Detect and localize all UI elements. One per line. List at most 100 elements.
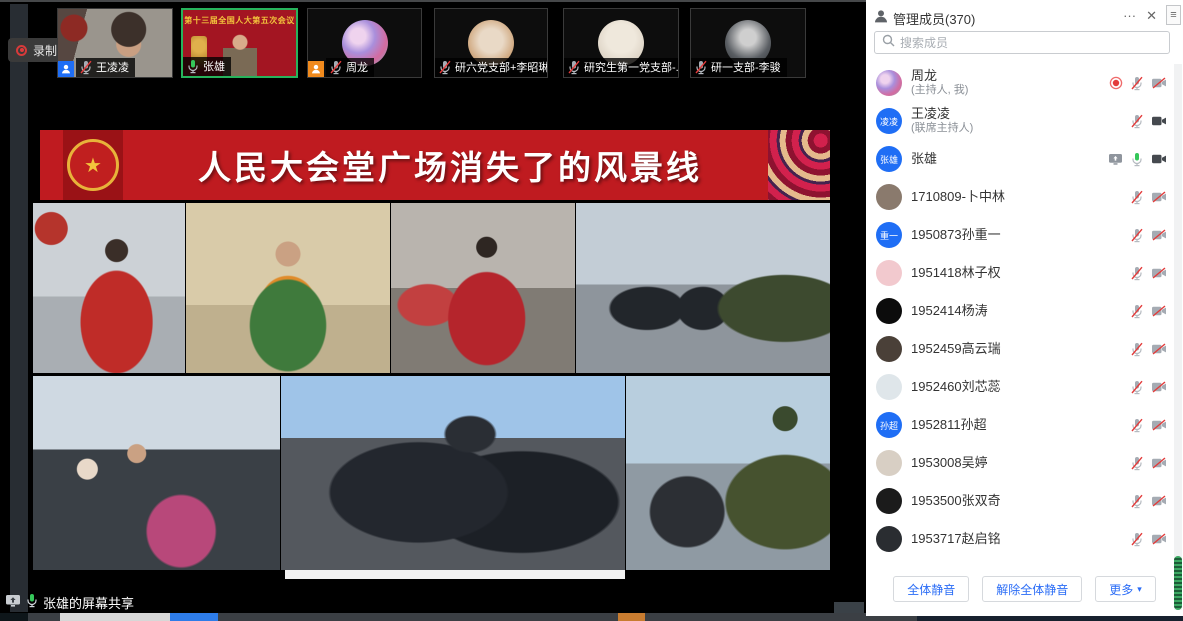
video-thumbnail[interactable]: 研六党支部+李昭琳 (434, 8, 548, 78)
member-name: 1952414杨涛 (911, 304, 988, 319)
more-button[interactable]: 更多 ▾ (1095, 576, 1156, 602)
mic-muted-icon[interactable] (1130, 266, 1144, 281)
camera-on-icon[interactable] (1151, 115, 1167, 127)
search-input[interactable] (900, 36, 1162, 50)
taskbar-app-light[interactable] (60, 613, 170, 621)
mic-muted-icon[interactable] (1130, 380, 1144, 395)
member-name: 1710809-卜中林 (911, 190, 1005, 205)
member-list[interactable]: 周龙(主持人, 我)凌凌王凌凌(联席主持人)张雄张雄1710809-卜中林重一1… (866, 64, 1183, 564)
mic-muted-icon[interactable] (1130, 418, 1144, 433)
camera-off-icon[interactable] (1151, 77, 1167, 89)
camera-off-icon[interactable] (1151, 229, 1167, 241)
slide-white-strip (285, 570, 625, 579)
member-row[interactable]: 1952414杨涛 (866, 292, 1183, 330)
member-avatar: 张雄 (876, 146, 902, 172)
member-row[interactable]: 周龙(主持人, 我) (866, 64, 1183, 102)
mic-muted-icon[interactable] (1130, 532, 1144, 547)
video-thumbnail[interactable]: 第十三届全国人大第五次会议张雄 (181, 8, 298, 78)
member-avatar: 重一 (876, 222, 902, 248)
mic-muted-icon[interactable] (1130, 76, 1144, 91)
member-controls (1130, 102, 1167, 140)
video-thumbnail[interactable]: 王凌凌 (57, 8, 173, 78)
member-row[interactable]: 孙超1952811孙超 (866, 406, 1183, 444)
mic-muted-icon (567, 60, 581, 75)
panel-title: 管理成员(370) (893, 9, 975, 28)
mic-muted-icon[interactable] (1130, 304, 1144, 319)
photo-reporter-ethnic-dress (186, 203, 390, 373)
member-name: 1953500张双奇 (911, 494, 1001, 509)
camera-off-icon[interactable] (1151, 495, 1167, 507)
member-row[interactable]: 1951418林子权 (866, 254, 1183, 292)
mic-muted-icon[interactable] (1130, 342, 1144, 357)
panel-scrollbar-track[interactable] (1174, 64, 1182, 610)
member-row[interactable]: 1952459高云瑞 (866, 330, 1183, 368)
member-name: 1953717赵启铭 (911, 532, 1001, 547)
camera-off-icon[interactable] (1151, 191, 1167, 203)
member-row[interactable]: 1953500张双奇 (866, 482, 1183, 520)
member-avatar (876, 184, 902, 210)
member-avatar (876, 450, 902, 476)
participant-name: 周龙 (346, 59, 368, 75)
mic-muted-icon[interactable] (1130, 228, 1144, 243)
mic-muted-icon[interactable] (1130, 114, 1144, 129)
record-dot-icon (16, 45, 27, 56)
camera-off-icon[interactable] (1151, 381, 1167, 393)
more-options-icon[interactable]: ··· (1123, 8, 1136, 24)
close-icon[interactable]: ✕ (1146, 8, 1157, 24)
photo-reporter-red-jacket (391, 203, 575, 373)
panel-scrollbar-thumb[interactable] (1174, 556, 1182, 610)
member-avatar: 孙超 (876, 412, 902, 438)
member-controls (1109, 64, 1167, 102)
member-avatar (876, 488, 902, 514)
mic-muted-icon (694, 60, 708, 75)
member-row[interactable]: 1952460刘芯蕊 (866, 368, 1183, 406)
camera-off-icon[interactable] (1151, 267, 1167, 279)
mute-all-button[interactable]: 全体静音 (893, 576, 969, 602)
mic-on-icon (186, 59, 200, 74)
participant-name: 研六党支部+李昭琳 (455, 59, 548, 75)
photo-press-crowd (281, 376, 625, 570)
slide-title: 人民大会堂广场消失了的风景线 (150, 130, 750, 200)
member-management-panel: ≡ 管理成员(370) ··· ✕ 周龙(主持人, 我)凌凌王凌凌(联席主持人)… (866, 0, 1183, 616)
member-name: 1952459高云瑞 (911, 342, 1001, 357)
member-row[interactable]: 1710809-卜中林 (866, 178, 1183, 216)
panel-footer: 全体静音 解除全体静音 更多 ▾ (866, 576, 1183, 606)
video-thumbnail[interactable]: 研究生第一党支部-... (563, 8, 679, 78)
member-controls (1130, 330, 1167, 368)
mic-on-icon[interactable] (1130, 152, 1144, 167)
member-row[interactable]: 1953717赵启铭 (866, 520, 1183, 558)
screen-share-status: 张雄的屏幕共享 (5, 592, 134, 612)
video-thumbnail[interactable]: 研一支部-李骏 (690, 8, 806, 78)
emblem-icon: ★ (67, 139, 119, 191)
camera-off-icon[interactable] (1151, 457, 1167, 469)
member-row[interactable]: 张雄张雄 (866, 140, 1183, 178)
member-avatar (876, 526, 902, 552)
member-row[interactable]: 1953008吴婷 (866, 444, 1183, 482)
search-box[interactable] (874, 31, 1170, 54)
camera-off-icon[interactable] (1151, 533, 1167, 545)
member-row[interactable]: 凌凌王凌凌(联席主持人) (866, 102, 1183, 140)
camera-off-icon[interactable] (1151, 343, 1167, 355)
camera-off-icon[interactable] (1151, 419, 1167, 431)
thumbnail-name-bar: 周龙 (308, 58, 374, 77)
recording-dot-icon (1109, 76, 1123, 90)
photo-foreign-journalists (33, 376, 280, 570)
taskbar-app-orange[interactable] (618, 613, 645, 621)
mic-muted-icon[interactable] (1130, 456, 1144, 471)
taskbar-app-active[interactable] (170, 613, 218, 621)
taskbar-segment (0, 613, 28, 621)
camera-off-icon[interactable] (1151, 305, 1167, 317)
unmute-all-button[interactable]: 解除全体静音 (982, 576, 1082, 602)
member-name: 1953008吴婷 (911, 456, 988, 471)
member-row[interactable]: 重一1950873孙重一 (866, 216, 1183, 254)
panel-collapse-button[interactable]: ≡ (1166, 5, 1181, 25)
mic-on-icon (25, 593, 39, 611)
member-controls (1130, 178, 1167, 216)
mic-muted-icon[interactable] (1130, 494, 1144, 509)
camera-on-icon[interactable] (1151, 153, 1167, 165)
member-avatar (876, 260, 902, 286)
member-controls (1130, 444, 1167, 482)
video-thumbnail[interactable]: 周龙 (307, 8, 422, 78)
mic-muted-icon[interactable] (1130, 190, 1144, 205)
thumbnail-name-bar: 张雄 (183, 57, 231, 76)
